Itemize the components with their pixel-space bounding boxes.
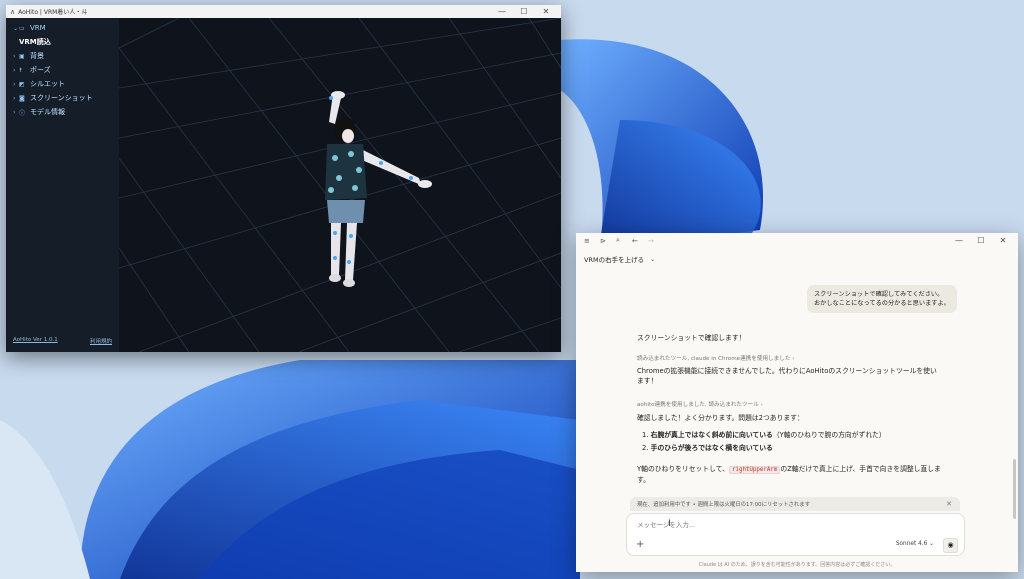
voice-mode-icon[interactable]: ◉ [943, 538, 958, 553]
scrollbar[interactable] [1013, 459, 1016, 519]
sidebar-footer: AoHito Ver 1.0.1 利用規約 [13, 337, 112, 345]
sidebar-item-silhouette[interactable]: › ◩ シルエット [6, 77, 119, 91]
3d-viewport[interactable] [119, 18, 561, 352]
close-icon[interactable]: ✕ [992, 236, 1014, 245]
sidebar-item-label: ポーズ [30, 66, 51, 74]
silhouette-icon: ◩ [19, 80, 25, 88]
sidebar-toggle-icon[interactable]: ⊳ [600, 237, 616, 245]
sidebar-item-label: VRM [30, 24, 46, 32]
aohito-titlebar[interactable]: ∧ AoHito | VRM着い人・斗 — ☐ ✕ [6, 5, 561, 18]
3d-grid-scene [119, 18, 561, 352]
assistant-message: Y軸のひねりをリセットして、 rightUpperArm のZ軸だけで真上に上げ、手… [637, 464, 943, 485]
aohito-window: ∧ AoHito | VRM着い人・斗 — ☐ ✕ ⌄ ▭ VRM VRM読込 … [6, 5, 561, 352]
version-link[interactable]: AoHito Ver 1.0.1 [13, 337, 58, 345]
text-cursor-icon: I [668, 519, 671, 529]
sidebar-item-model-info[interactable]: › ⓘ モデル情報 [6, 105, 119, 119]
search-icon[interactable]: ⌕ [616, 236, 632, 245]
sidebar-item-label: スクリーンショット [30, 94, 93, 102]
window-controls: — ☐ ✕ [491, 5, 557, 18]
usage-notice-text: 現在、追加利用中です • 週間上限は火曜日の17:00にリセットされます [637, 502, 811, 508]
pose-icon: ☨ [19, 66, 23, 74]
user-message-line: おかしなことになってるの分かると思いますよ。 [814, 300, 950, 307]
usage-notice: 現在、追加利用中です • 週間上限は火曜日の17:00にリセットされます ✕ [630, 497, 960, 511]
sidebar-item-label: 背景 [30, 52, 44, 60]
list-number: 2. [642, 444, 649, 452]
image-icon: ▣ [19, 52, 25, 60]
sidebar-item-vrm[interactable]: ⌄ ▭ VRM [6, 21, 119, 35]
sidebar-item-background[interactable]: › ▣ 背景 [6, 49, 119, 63]
list-number: 1. [642, 431, 649, 439]
sidebar-item-pose[interactable]: › ☨ ポーズ [6, 63, 119, 77]
sidebar-item-vrm-load[interactable]: VRM読込 [6, 35, 119, 49]
inline-code: rightUpperArm [728, 466, 781, 474]
message-composer: + Sonnet 4.6 ⌄ ◉ [626, 513, 965, 556]
list-item: 2. 手のひらが後ろではなく横を向いている [642, 443, 948, 453]
aohito-sidebar: ⌄ ▭ VRM VRM読込 › ▣ 背景 › ☨ ポーズ › ◩ シルエット ›… [6, 18, 119, 352]
message-input[interactable] [635, 520, 879, 530]
user-message: スクリーンショットで確認してみてください。 おかしなことになってるの分かると思い… [807, 285, 957, 313]
assistant-message: 確認しました！よく分かります。問題は2つあります： [637, 414, 804, 422]
back-arrow-icon[interactable]: ← [632, 237, 648, 245]
terms-link[interactable]: 利用規約 [90, 337, 112, 345]
tool-use-summary[interactable]: 読み込まれたツール, claude in Chrome連携を使用しました › [637, 354, 794, 362]
menu-icon[interactable]: ≡ [584, 237, 600, 245]
claude-titlebar[interactable]: ≡ ⊳ ⌕ ← → — ☐ ✕ [576, 233, 1018, 248]
model-name: Sonnet 4.6 [895, 541, 928, 547]
disclaimer: Claude は AI のため、誤りを含む可能性があります。回答内容は必ずご確認… [698, 562, 896, 568]
message-text: Y軸のひねりをリセットして、 [637, 465, 729, 473]
assistant-intro: スクリーンショットで確認します！ [637, 334, 746, 342]
minimize-icon[interactable]: — [491, 7, 513, 16]
claude-window: ≡ ⊳ ⌕ ← → — ☐ ✕ VRMの右手を上げる ⌄ スクリーンショットで確… [576, 233, 1018, 572]
close-icon[interactable]: ✕ [946, 500, 952, 508]
vrm-character [325, 91, 432, 287]
folder-icon: ▭ [19, 24, 25, 32]
maximize-icon[interactable]: ☐ [513, 7, 535, 16]
maximize-icon[interactable]: ☐ [970, 236, 992, 245]
info-icon: ⓘ [19, 109, 26, 117]
list-item: 1. 右腕が真上ではなく斜め前に向いている（Y軸のひねりで腕の方向がずれた） [642, 430, 948, 440]
tool-use-summary[interactable]: aohito連携を使用しました, 読み込まれたツール › [637, 400, 763, 408]
chevron-down-icon: ⌄ [650, 255, 656, 263]
sidebar-item-label: モデル情報 [30, 108, 65, 116]
minimize-icon[interactable]: — [948, 236, 970, 245]
list-bold-text: 手のひらが後ろではなく横を向いている [650, 444, 773, 452]
close-icon[interactable]: ✕ [535, 7, 557, 16]
forward-arrow-icon[interactable]: → [648, 237, 664, 245]
list-text: （Y軸のひねりで腕の方向がずれた） [772, 431, 886, 439]
list-bold-text: 右腕が真上ではなく斜め前に向いている [650, 431, 773, 439]
conversation-title-text: VRMの右手を上げる [584, 256, 645, 264]
model-selector[interactable]: Sonnet 4.6 ⌄ [896, 541, 934, 547]
app-logo-icon: ∧ [10, 7, 16, 16]
sidebar-item-label: シルエット [30, 80, 65, 88]
window-title: AoHito | VRM着い人・斗 [18, 9, 88, 16]
user-message-line: スクリーンショットで確認してみてください。 [814, 291, 944, 298]
conversation-title[interactable]: VRMの右手を上げる ⌄ [584, 254, 656, 265]
sidebar-item-label: VRM読込 [19, 38, 51, 46]
camera-icon: ◙ [19, 94, 25, 102]
add-attachment-icon[interactable]: + [636, 539, 644, 550]
sidebar-item-screenshot[interactable]: › ◙ スクリーンショット [6, 91, 119, 105]
window-controls: — ☐ ✕ [948, 233, 1014, 248]
assistant-message: Chromeの拡張機能に接続できませんでした。代わりにAoHitoのスクリーンシ… [637, 367, 937, 385]
